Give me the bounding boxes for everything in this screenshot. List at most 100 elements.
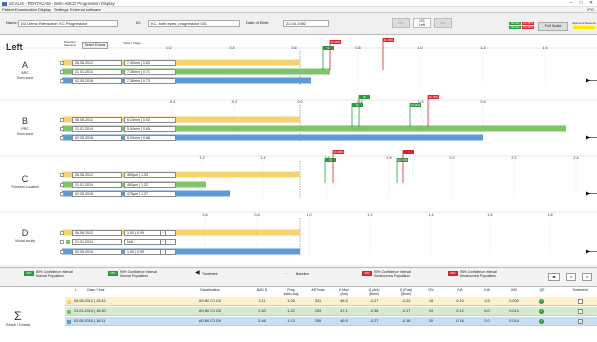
table-cell-date: 06.08.2012 | 15:42 xyxy=(74,299,106,303)
navigate-button[interactable]: ◂▸ xyxy=(548,273,560,281)
exam-date-box[interactable]: 06.08.2012 xyxy=(72,117,122,123)
axis-tick-label: 0.2 xyxy=(166,46,171,50)
baseline-checkbox[interactable] xyxy=(60,239,64,244)
legend-80-normal-text: 80% Confidence Interval Normal Population xyxy=(36,270,73,278)
baseline-checkbox[interactable] xyxy=(60,117,64,122)
edit-acuity-button[interactable]: ... xyxy=(160,249,166,255)
row-color-swatch xyxy=(66,69,70,74)
table-cell-class: A0 B0 C1 D0 xyxy=(198,309,222,313)
axis-tick-label: 0.6 xyxy=(202,213,207,217)
row-color-swatch xyxy=(67,299,71,304)
confidence-flag-label: KC 90% xyxy=(334,150,344,154)
exam-date-box[interactable]: 21.01.2014 xyxy=(72,69,122,75)
exam-date-box[interactable]: 06.08.2012 xyxy=(72,230,122,236)
exam-date-box[interactable]: 06.08.2012 xyxy=(72,60,122,66)
exam-date-box[interactable]: 02.05.2016 xyxy=(72,249,122,255)
legend-treatment-text: Treatment xyxy=(202,272,218,276)
legend-90-kc-text: 90% Confidence Interval Keratoconus Popul… xyxy=(374,270,411,278)
table-cell-class: A0 B0 C1 D0 xyxy=(198,319,222,323)
table-cell-class: A0 B0 C1 D0 xyxy=(198,299,222,303)
baseline-checkbox[interactable] xyxy=(60,249,64,254)
baseline-checkbox[interactable] xyxy=(60,69,64,74)
exam-date-box[interactable]: 02.05.2016 xyxy=(72,191,122,197)
treatment-checkbox[interactable] xyxy=(578,299,583,304)
axis-tick-label: 0.8 xyxy=(355,46,360,50)
exam-date-box[interactable]: 21.01.2014 xyxy=(72,239,122,245)
exam-date-box[interactable]: 02.05.2016 xyxy=(72,78,122,84)
row-color-swatch xyxy=(66,191,70,196)
section-b-name: PRC xyxy=(21,127,29,131)
axis-tick-label: 0.0 xyxy=(297,100,302,104)
baseline-checkbox[interactable] xyxy=(60,172,64,177)
axis-tick-label: 2.2 xyxy=(511,156,516,160)
row-color-swatch xyxy=(66,230,70,235)
table-header-cell: Q (Post) (8mm) xyxy=(399,288,413,296)
baseline-checkbox[interactable] xyxy=(60,135,64,140)
edit-acuity-button[interactable]: ... xyxy=(160,239,166,245)
value-stage-box: 7.40mm | 0.63 xyxy=(124,60,176,66)
axis-tick-label: 0.6 xyxy=(480,100,485,104)
legend-95-normal-badge: 95% xyxy=(108,271,118,276)
table-header-cell: Classification xyxy=(200,288,220,292)
confidence-flag-label: NI xyxy=(329,158,332,162)
section-d-letter: D xyxy=(21,228,29,238)
table-cell-ihd: 0.014 xyxy=(509,309,519,313)
exam-date-box[interactable]: 21.01.2014 xyxy=(72,126,122,132)
zoom-out-icon[interactable]: ⌕ xyxy=(582,273,592,281)
axis-tick-label: 1.2 xyxy=(199,156,204,160)
legend-baseline-text: Baseline xyxy=(296,272,310,276)
value-stage-box: 1.00 | 0.99 xyxy=(124,249,176,255)
qs-ok-icon: ✓ xyxy=(539,319,544,324)
baseline-checkbox[interactable] xyxy=(60,78,64,83)
value-stage-box: 7.38mm | 0.73 xyxy=(124,78,176,84)
treatment-arrow-icon: ◀ xyxy=(195,270,200,276)
confidence-flag-label: KC 90% xyxy=(331,40,341,44)
baseline-checkbox[interactable] xyxy=(60,182,64,187)
baseline-dash-icon: - - - xyxy=(283,271,289,275)
axis-tick-label: 2.4 xyxy=(573,156,578,160)
sigma-symbol: Σ xyxy=(14,309,22,323)
exam-date-box[interactable]: 21.01.2014 xyxy=(72,182,122,188)
section-b-sub: 3mm zone xyxy=(16,132,34,136)
axis-tick-label: 1.4 xyxy=(260,156,265,160)
exam-date-box[interactable]: 02.05.2016 xyxy=(72,135,122,141)
confidence-flag-label: NI xyxy=(363,95,366,99)
table-header-cell: IVA xyxy=(457,288,463,292)
table-header-cell: QS xyxy=(539,288,545,292)
exam-date-box[interactable]: 06.08.2012 xyxy=(72,172,122,178)
baseline-checkbox[interactable] xyxy=(60,60,64,65)
section-a-sub: 3mm zone xyxy=(16,76,34,80)
table-header-cell: K Max (Ant) xyxy=(339,288,349,296)
section-a-name: ARC xyxy=(21,71,29,75)
legend-80-normal-badge: 80% xyxy=(24,271,34,276)
value-stage-box: N/A xyxy=(124,239,176,245)
value-stage-box: 6.00mm | 0.68 xyxy=(124,135,176,141)
value-stage-box: 5.94mm | 0.65 xyxy=(124,126,176,132)
row-color-swatch xyxy=(66,126,70,131)
qs-ok-icon: ✓ xyxy=(539,299,544,304)
table-header-cell: IHA xyxy=(484,288,490,292)
qs-ok-icon: ✓ xyxy=(539,309,544,314)
table-header-cell: Date / Hour xyxy=(87,288,105,292)
axis-tick-label: 1.8 xyxy=(386,156,391,160)
section-a-letter: A xyxy=(21,60,28,70)
table-header-cell: BAD D xyxy=(256,288,268,292)
edit-acuity-button[interactable]: ... xyxy=(160,230,166,236)
baseline-checkbox[interactable] xyxy=(60,191,64,196)
baseline-checkbox[interactable] xyxy=(60,126,64,131)
row-color-swatch xyxy=(66,182,70,187)
axis-tick-label: 1.4 xyxy=(542,46,547,50)
axis-tick-label: 1.8 xyxy=(547,213,552,217)
table-header-cell: ARTmax xyxy=(311,288,325,292)
section-c-letter: C xyxy=(21,174,29,184)
row-color-swatch xyxy=(67,319,71,324)
baseline-checkbox[interactable] xyxy=(60,230,64,235)
axis-tick-label: 1.0 xyxy=(417,46,422,50)
zoom-in-icon[interactable]: ⌕ xyxy=(566,273,576,281)
value-stage-box: 7.36mm | 0.71 xyxy=(124,69,176,75)
table-header-cell: Q (Ant) (8mm) xyxy=(368,288,380,296)
row-color-swatch xyxy=(67,309,71,314)
treatment-checkbox[interactable]: ✓ xyxy=(578,319,583,324)
treatment-checkbox[interactable] xyxy=(578,309,583,314)
table-header-cell: Prog Index Avg xyxy=(283,288,299,296)
